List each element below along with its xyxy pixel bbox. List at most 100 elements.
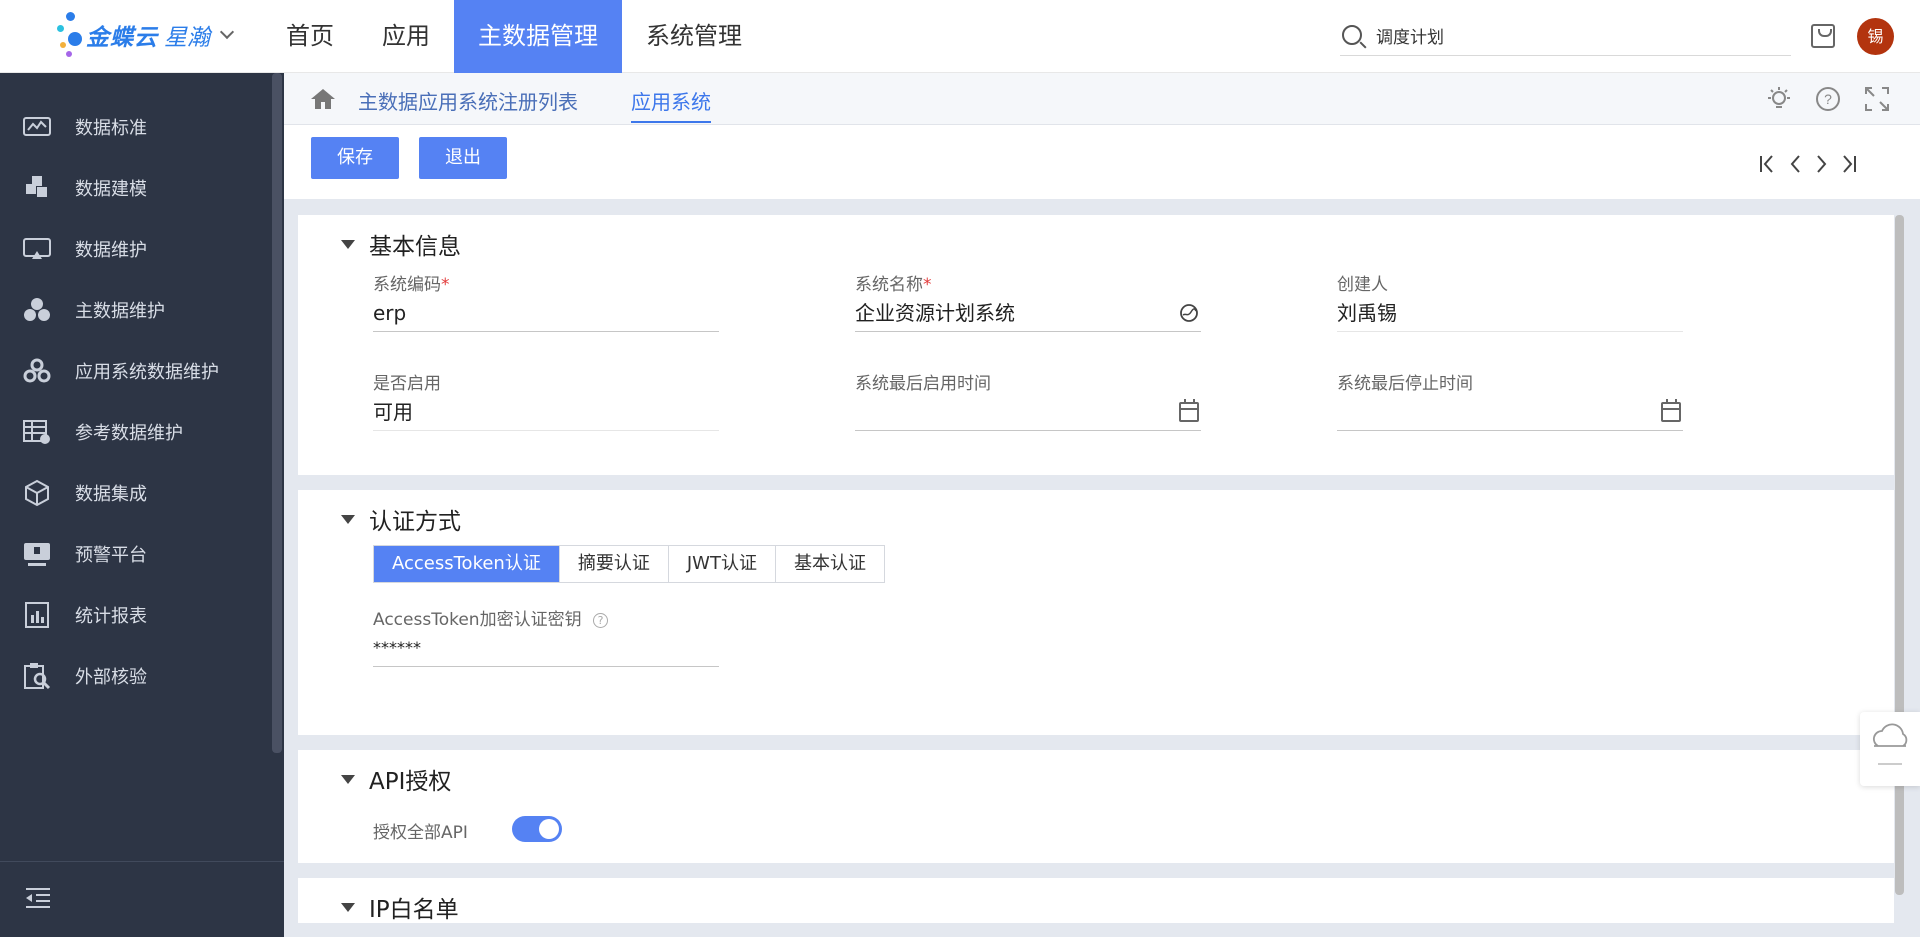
- section-title: 认证方式: [369, 509, 461, 535]
- field-label: AccessToken加密认证密钥 ?: [373, 605, 719, 630]
- last-enable-time-field: 系统最后启用时间: [855, 369, 1201, 431]
- collapse-menu-icon[interactable]: [24, 886, 52, 910]
- api-section: API授权 授权全部API: [298, 750, 1894, 863]
- last-page-icon[interactable]: [1838, 153, 1860, 175]
- nav-system-admin[interactable]: 系统管理: [622, 0, 766, 73]
- sidebar-item-label: 数据标准: [75, 118, 147, 139]
- creator-value: 刘禹锡: [1337, 300, 1683, 332]
- content-scrollbar[interactable]: [1895, 215, 1904, 895]
- nav-home[interactable]: 首页: [262, 0, 358, 73]
- prev-page-icon[interactable]: [1784, 153, 1806, 175]
- sidebar-item-data-integration[interactable]: 数据集成: [0, 463, 272, 523]
- ip-whitelist-section: IP白名单: [298, 878, 1894, 923]
- bag-icon[interactable]: [1811, 24, 1835, 48]
- creator-field: 创建人 刘禹锡: [1337, 270, 1683, 332]
- last-disable-time-field: 系统最后停止时间: [1337, 369, 1683, 431]
- chevron-down-icon[interactable]: [219, 24, 235, 40]
- nav-master-data[interactable]: 主数据管理: [454, 0, 622, 73]
- sidebar-item-label: 数据集成: [75, 484, 147, 505]
- breadcrumb-list-link[interactable]: 主数据应用系统注册列表: [358, 86, 578, 115]
- accesstoken-secret-field: AccessToken加密认证密钥 ? ******: [373, 605, 719, 667]
- exit-button[interactable]: 退出: [419, 137, 507, 179]
- basic-info-section: 基本信息 系统编码* erp 系统名称* 企业资源计划系统 创建人 刘禹锡 是否…: [298, 215, 1894, 475]
- authorize-all-toggle[interactable]: [512, 816, 562, 842]
- avatar[interactable]: 锡: [1857, 18, 1894, 55]
- sidebar-item-external-verify[interactable]: 外部核验: [0, 646, 272, 706]
- search-input[interactable]: 调度计划: [1376, 23, 1444, 48]
- sidebar-item-label: 参考数据维护: [75, 423, 183, 444]
- calendar-icon[interactable]: [1661, 399, 1681, 422]
- ip-whitelist-header[interactable]: IP白名单: [341, 890, 459, 924]
- sidebar-item-label: 统计报表: [75, 606, 147, 627]
- home-icon[interactable]: [310, 87, 336, 111]
- globe-icon[interactable]: [1179, 303, 1199, 323]
- clipboard-search-icon: [22, 661, 52, 691]
- chart-monitor-icon: [22, 112, 52, 142]
- sidebar-scrollbar[interactable]: [272, 73, 282, 753]
- first-page-icon[interactable]: [1756, 153, 1778, 175]
- field-label: 系统最后启用时间: [855, 374, 991, 394]
- field-label: 系统编码*: [373, 275, 450, 295]
- basic-info-header[interactable]: 基本信息: [341, 227, 461, 261]
- collapse-triangle-icon[interactable]: [341, 239, 355, 249]
- sidebar-item-data-standard[interactable]: 数据标准: [0, 97, 272, 157]
- lightbulb-icon[interactable]: [1766, 86, 1792, 112]
- search-icon[interactable]: [1342, 25, 1362, 45]
- last-disable-time-input[interactable]: [1337, 399, 1683, 431]
- field-label: 系统名称*: [855, 275, 932, 295]
- sidebar-item-master-data[interactable]: 主数据维护: [0, 280, 272, 340]
- top-bar: 金蝶云 星瀚 首页 应用 主数据管理 系统管理 调度计划 锡: [0, 0, 1920, 73]
- collapse-triangle-icon[interactable]: [341, 902, 355, 912]
- accesstoken-secret-input[interactable]: ******: [373, 635, 719, 667]
- search-box[interactable]: 调度计划: [1340, 15, 1791, 56]
- brand-sub: 星瀚: [164, 25, 210, 51]
- logo-mark-icon: [52, 10, 86, 60]
- auth-header[interactable]: 认证方式: [341, 502, 461, 536]
- sidebar-item-data-modeling[interactable]: 数据建模: [0, 158, 272, 218]
- authorize-all-label: 授权全部API: [373, 823, 468, 843]
- section-title: IP白名单: [369, 897, 459, 923]
- breadcrumb: 主数据应用系统注册列表 应用系统 ?: [284, 73, 1920, 125]
- enabled-field: 是否启用 可用: [373, 369, 719, 431]
- sidebar-item-label: 数据维护: [75, 240, 147, 261]
- tab-basic[interactable]: 基本认证: [775, 546, 884, 582]
- sidebar-item-label: 主数据维护: [75, 301, 165, 322]
- next-page-icon[interactable]: [1811, 153, 1833, 175]
- help-icon[interactable]: ?: [592, 612, 608, 628]
- nav-apps[interactable]: 应用: [358, 0, 454, 73]
- last-enable-time-input[interactable]: [855, 399, 1201, 431]
- system-name-input[interactable]: 企业资源计划系统: [855, 300, 1201, 332]
- toolbar: 保存 退出: [284, 125, 1920, 199]
- collapse-triangle-icon[interactable]: [341, 514, 355, 524]
- sidebar-item-data-maintenance[interactable]: 数据维护: [0, 219, 272, 279]
- sidebar-item-statistics[interactable]: 统计报表: [0, 585, 272, 645]
- system-name-field: 系统名称* 企业资源计划系统: [855, 270, 1201, 332]
- help-icon[interactable]: ?: [1815, 86, 1841, 112]
- sidebar-item-app-system-data[interactable]: 应用系统数据维护: [0, 341, 272, 401]
- sidebar-divider: [0, 861, 284, 862]
- field-label: 创建人: [1337, 275, 1388, 295]
- fullscreen-icon[interactable]: [1864, 86, 1890, 112]
- main-nav: 首页 应用 主数据管理 系统管理: [262, 0, 766, 73]
- sidebar-item-alert-platform[interactable]: 预警平台: [0, 524, 272, 584]
- enabled-value: 可用: [373, 399, 719, 431]
- field-label: 系统最后停止时间: [1337, 374, 1473, 394]
- auth-tabs: AccessToken认证 摘要认证 JWT认证 基本认证: [373, 545, 885, 583]
- calendar-icon[interactable]: [1179, 399, 1199, 422]
- tab-jwt[interactable]: JWT认证: [668, 546, 776, 582]
- cloud-widget[interactable]: [1860, 712, 1920, 786]
- save-button[interactable]: 保存: [311, 137, 399, 179]
- cluster-icon: [22, 295, 52, 325]
- tab-accesstoken[interactable]: AccessToken认证: [374, 546, 560, 582]
- section-title: 基本信息: [369, 234, 461, 260]
- system-code-input[interactable]: erp: [373, 300, 719, 332]
- svg-text:?: ?: [1824, 91, 1832, 107]
- api-header[interactable]: API授权: [341, 762, 451, 796]
- tab-digest[interactable]: 摘要认证: [559, 546, 669, 582]
- blocks-icon: [22, 173, 52, 203]
- brand-logo[interactable]: 金蝶云 星瀚: [52, 10, 235, 60]
- auth-section: 认证方式 AccessToken认证 摘要认证 JWT认证 基本认证 Acces…: [298, 490, 1894, 735]
- breadcrumb-current[interactable]: 应用系统: [631, 86, 711, 123]
- collapse-triangle-icon[interactable]: [341, 774, 355, 784]
- sidebar-item-reference-data[interactable]: 参考数据维护: [0, 402, 272, 462]
